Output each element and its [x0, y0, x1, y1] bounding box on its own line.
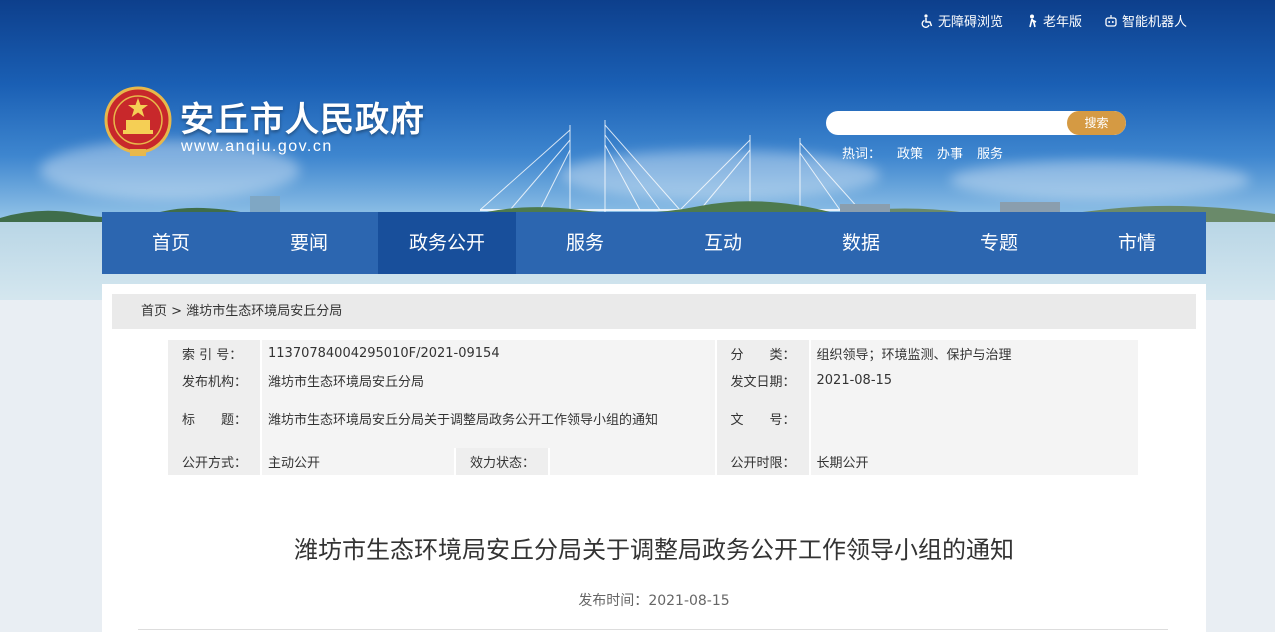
publisher-label: 发布机构： [168, 367, 260, 394]
hot-words-label: 热词： [842, 147, 882, 162]
open-period-value: 长期公开 [810, 448, 1138, 475]
nav-item-services[interactable]: 服务 [516, 212, 654, 274]
accessibility-link[interactable]: 无障碍浏览 [920, 11, 1003, 30]
nav-item-interaction[interactable]: 互动 [654, 212, 792, 274]
robot-label: 智能机器人 [1121, 15, 1187, 30]
title-value: 潍坊市生态环境局安丘分局关于调整局政务公开工作领导小组的通知 [262, 394, 715, 448]
publish-time-value: 2021-08-15 [648, 593, 730, 609]
hot-word-link[interactable]: 办事 [937, 143, 963, 162]
elderly-version-label: 老年版 [1042, 15, 1082, 30]
main-nav: 首页 要闻 政务公开 服务 互动 数据 专题 市情 [102, 212, 1206, 274]
open-method-label: 公开方式： [168, 448, 260, 475]
nav-item-government-affairs[interactable]: 政务公开 [378, 212, 516, 274]
search-input[interactable] [826, 111, 1076, 135]
category-label: 分 类： [716, 340, 809, 367]
title-label: 标 题： [168, 394, 260, 448]
elderly-version-link[interactable]: 老年版 [1025, 11, 1082, 30]
utility-bar: 无障碍浏览 老年版 智能机器人 [920, 11, 1187, 30]
issue-date-label: 发文日期： [716, 367, 809, 394]
nav-item-news[interactable]: 要闻 [240, 212, 378, 274]
nav-item-city-info[interactable]: 市情 [1068, 212, 1206, 274]
accessibility-label: 无障碍浏览 [937, 15, 1003, 30]
document-metadata-table: 索 引 号： 11370784004295010F/2021-09154 分 类… [166, 340, 1140, 475]
wheelchair-icon [921, 13, 933, 28]
nav-item-home[interactable]: 首页 [102, 212, 240, 274]
open-period-label: 公开时限： [716, 448, 809, 475]
robot-icon [1105, 14, 1117, 27]
breadcrumb-current[interactable]: 潍坊市生态环境局安丘分局 [186, 304, 342, 319]
breadcrumb-separator: > [171, 304, 183, 319]
hot-word-link[interactable]: 服务 [977, 143, 1003, 162]
nav-item-topics[interactable]: 专题 [930, 212, 1068, 274]
open-method-value: 主动公开 [262, 448, 454, 475]
publish-time-label: 发布时间： [578, 593, 649, 609]
breadcrumb: 首页 > 潍坊市生态环境局安丘分局 [112, 294, 1196, 329]
article-title: 潍坊市生态环境局安丘分局关于调整局政务公开工作领导小组的通知 [294, 536, 1014, 564]
robot-link[interactable]: 智能机器人 [1104, 11, 1187, 30]
document-number-value [810, 394, 1138, 448]
hot-words: 热词： 政策 办事 服务 [842, 143, 1003, 162]
nav-item-data[interactable]: 数据 [792, 212, 930, 274]
document-number-label: 文 号： [716, 394, 809, 448]
index-number-value: 11370784004295010F/2021-09154 [262, 340, 715, 367]
elderly-person-icon [1029, 14, 1037, 27]
divider [138, 629, 1168, 630]
search-button[interactable]: 搜索 [1067, 111, 1126, 135]
national-emblem-logo[interactable] [104, 86, 172, 158]
site-title[interactable]: 安丘市人民政府 [180, 92, 425, 141]
issue-date-value: 2021-08-15 [810, 367, 1138, 394]
breadcrumb-home[interactable]: 首页 [141, 304, 167, 319]
publisher-value: 潍坊市生态环境局安丘分局 [262, 367, 715, 394]
category-value: 组织领导；环境监测、保护与治理 [810, 340, 1138, 367]
main-content: 首页 > 潍坊市生态环境局安丘分局 索 引 号： 113707840042950… [102, 284, 1206, 632]
hot-word-link[interactable]: 政策 [897, 143, 923, 162]
index-number-label: 索 引 号： [168, 340, 260, 367]
publish-time: 发布时间：2021-08-15 [102, 590, 1206, 610]
validity-status-label: 效力状态： [456, 448, 548, 475]
site-url: www.anqiu.gov.cn [181, 138, 333, 155]
search-box: 搜索 [826, 111, 1126, 135]
validity-status-value [550, 448, 715, 475]
